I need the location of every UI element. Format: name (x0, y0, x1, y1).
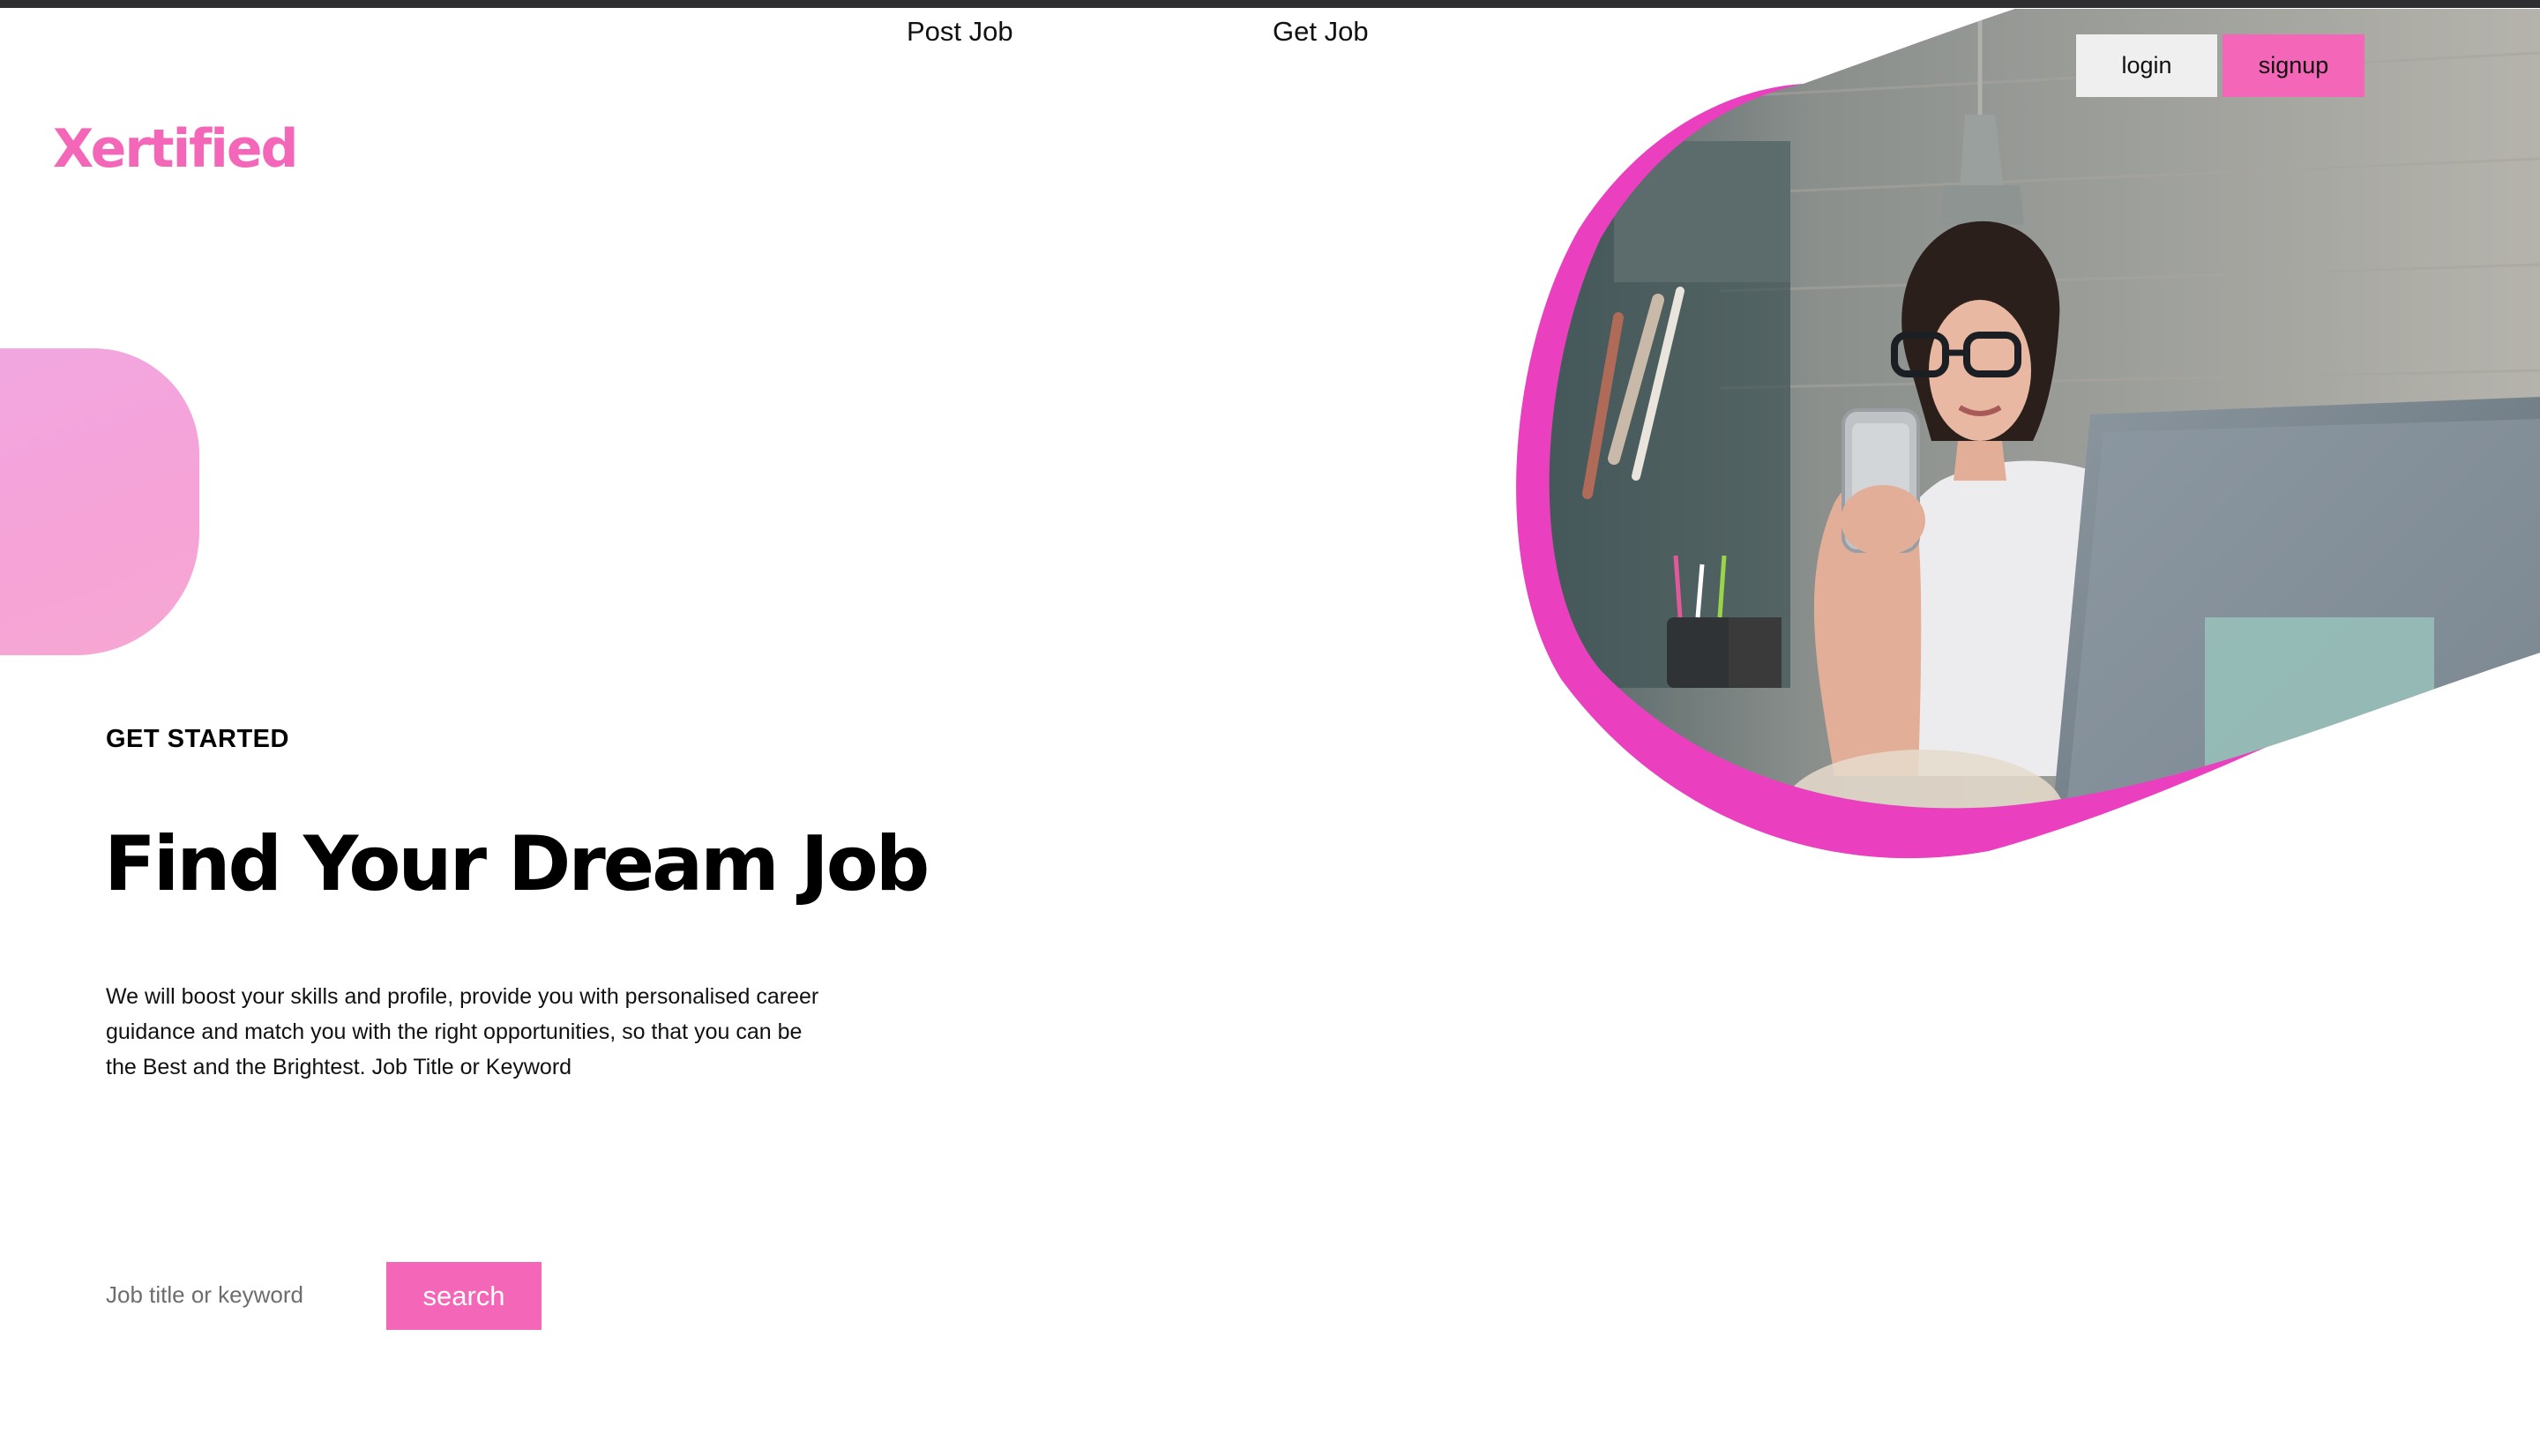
search-input[interactable] (106, 1268, 353, 1321)
hero-eyebrow: GET STARTED (106, 725, 289, 753)
frame-magenta-ring (1516, 9, 2540, 859)
hero-photo-frame (1516, 9, 2540, 859)
nav-get-job[interactable]: Get Job (1273, 16, 1369, 48)
brand-logo[interactable]: Xertified (53, 118, 298, 180)
decorative-pink-blob (0, 348, 199, 655)
nav-post-job[interactable]: Post Job (907, 16, 1013, 48)
signup-button[interactable]: signup (2222, 34, 2364, 97)
hero-headline: Find Your Dream Job (104, 820, 930, 908)
search-button[interactable]: search (386, 1262, 542, 1330)
woman-photo (1549, 9, 2540, 809)
hero-description: We will boost your skills and profile, p… (106, 984, 819, 1079)
browser-top-strip (0, 0, 2540, 8)
login-button[interactable]: login (2076, 34, 2217, 97)
